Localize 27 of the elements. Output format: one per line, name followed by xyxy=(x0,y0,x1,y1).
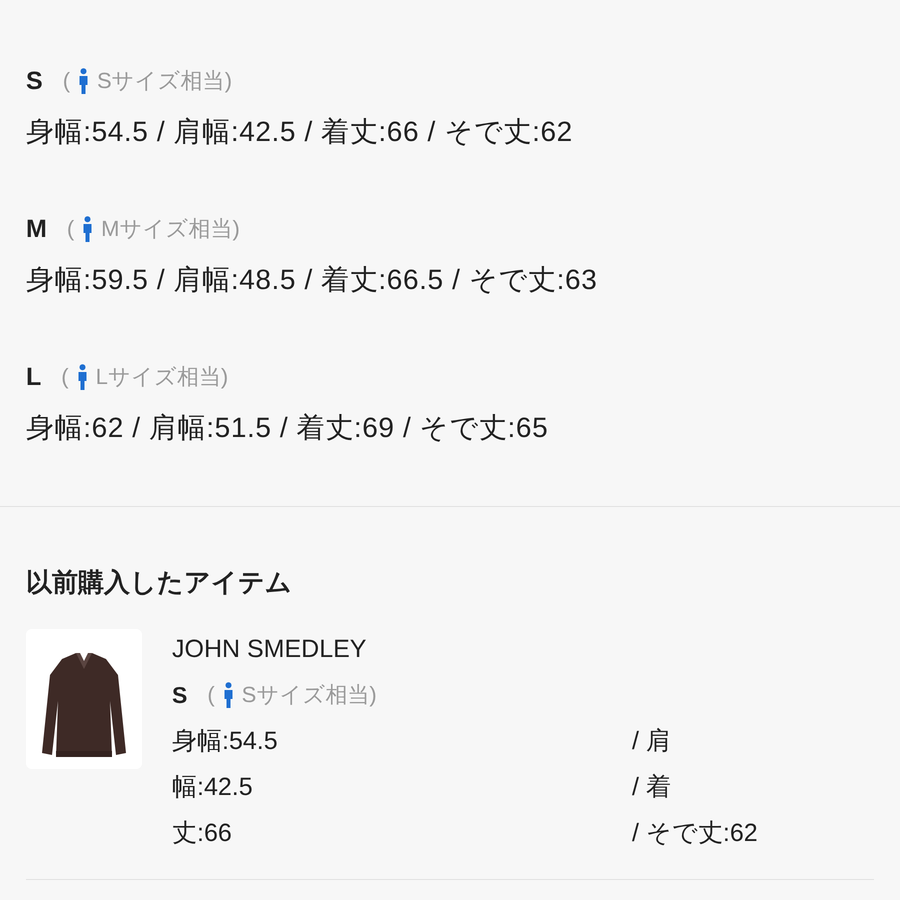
measurement-text: 身幅:54.5 xyxy=(172,726,279,757)
measurement-text: / 肩 xyxy=(632,726,671,757)
section-heading: 以前購入したアイテム xyxy=(26,566,293,599)
size-equivalent: Mサイズ相当) xyxy=(101,215,240,243)
size-equivalent: Lサイズ相当) xyxy=(96,363,228,391)
measurements-text: 身幅:54.5 / 肩幅:42.5 / 着丈:66 / そで丈:62 xyxy=(26,116,574,148)
size-equivalent: Sサイズ相当) xyxy=(242,681,377,709)
measurements-text: 身幅:62 / 肩幅:51.5 / 着丈:69 / そで丈:65 xyxy=(26,412,550,444)
parenthesis: ( xyxy=(61,364,69,390)
measurements-text: 身幅:59.5 / 肩幅:48.5 / 着丈:66.5 / そで丈:63 xyxy=(26,264,598,296)
brand-name: JOHN SMEDLEY xyxy=(172,634,368,665)
parenthesis: ( xyxy=(66,216,74,242)
size-equivalent: Sサイズ相当) xyxy=(97,67,232,95)
size-label: M xyxy=(26,214,47,244)
size-label: S xyxy=(26,66,43,96)
measurement-text: / 着 xyxy=(632,772,671,803)
size-label: L xyxy=(26,362,42,392)
measurement-text: / そで丈:62 xyxy=(632,818,758,849)
person-icon xyxy=(222,682,234,708)
parenthesis: ( xyxy=(207,682,215,708)
person-icon xyxy=(76,364,88,390)
person-icon xyxy=(82,216,94,242)
parenthesis: ( xyxy=(62,68,70,94)
size-label: S xyxy=(172,682,188,708)
measurement-text: 幅:42.5 xyxy=(172,772,254,803)
measurement-text: 丈:66 xyxy=(172,818,233,849)
person-icon xyxy=(78,68,90,94)
